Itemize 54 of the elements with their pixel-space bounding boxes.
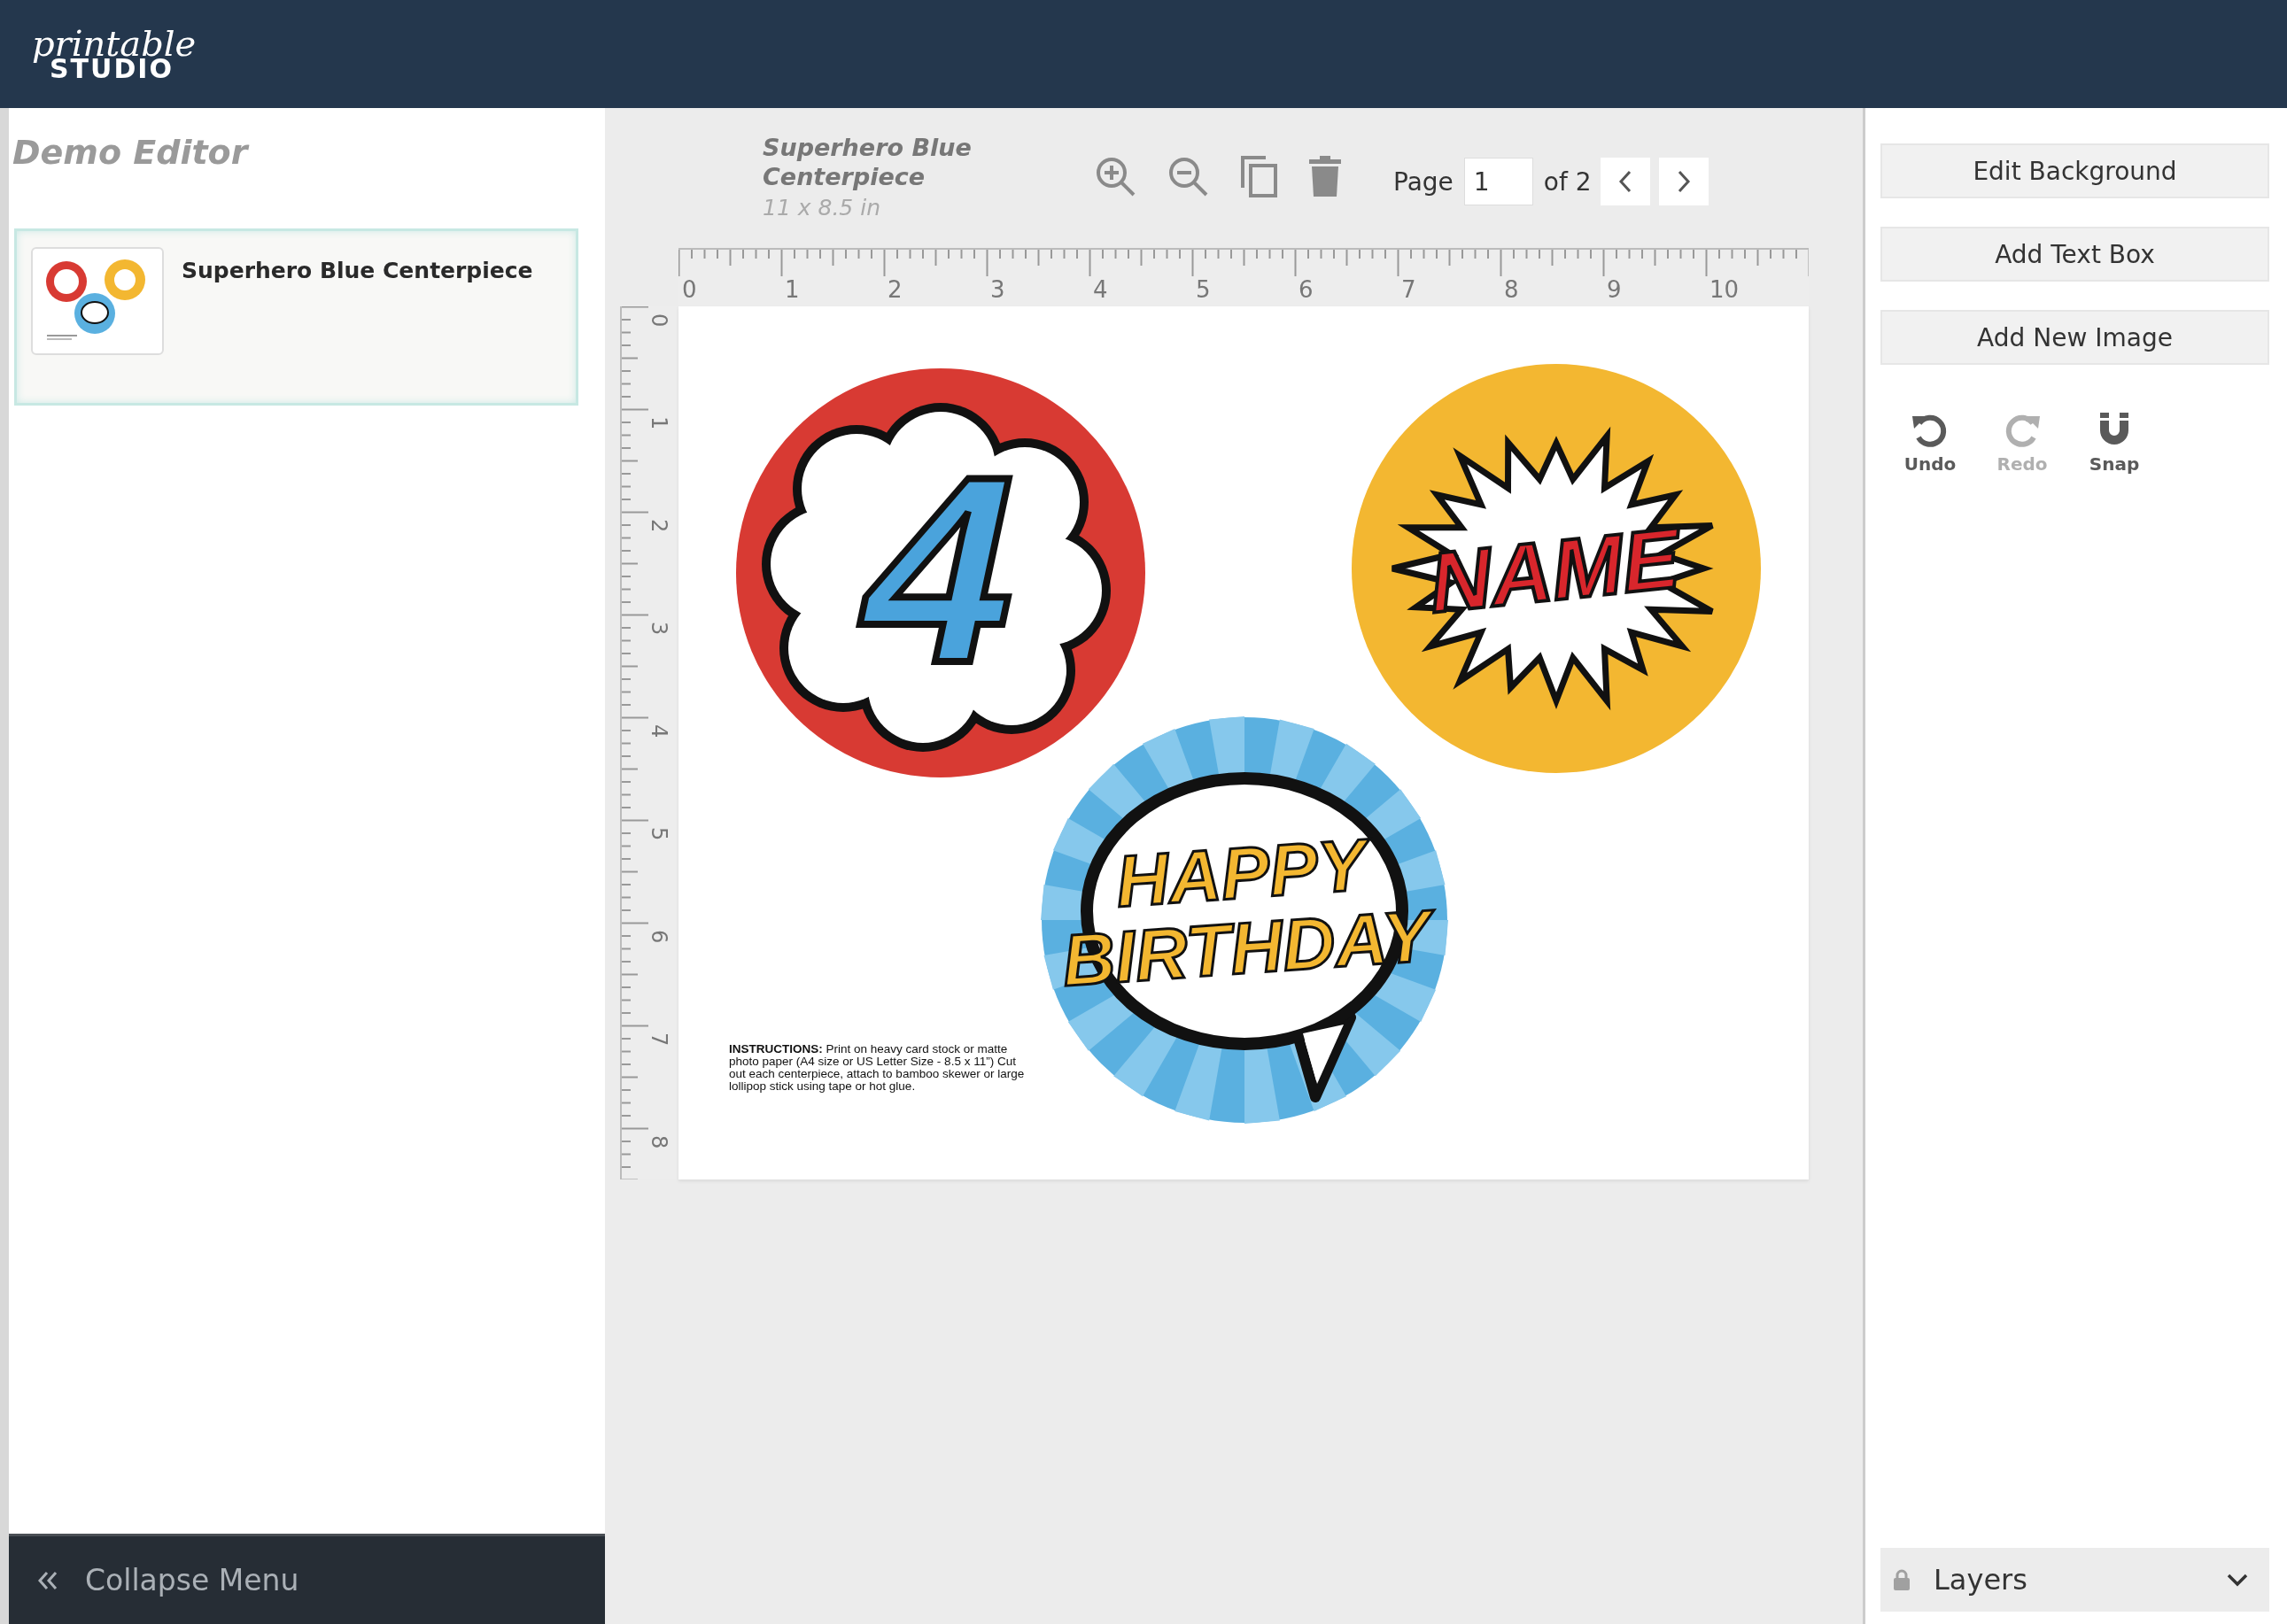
lock-icon bbox=[1893, 1569, 1911, 1590]
chevron-left-icon bbox=[1617, 170, 1632, 193]
ruler-label: 5 bbox=[1196, 276, 1211, 303]
ruler-label: 6 bbox=[1299, 276, 1314, 303]
chevron-down-icon bbox=[2227, 1573, 2248, 1587]
ruler-label: 2 bbox=[647, 519, 671, 533]
chevron-right-icon bbox=[1676, 170, 1691, 193]
snap-button[interactable]: Snap bbox=[2082, 411, 2146, 475]
copy-icon[interactable] bbox=[1239, 154, 1278, 198]
burst-sticker-drawing[interactable] bbox=[1352, 364, 1761, 773]
document-title: Superhero Blue Centerpiece bbox=[763, 133, 973, 191]
undo-button[interactable]: Undo bbox=[1898, 411, 1962, 475]
ruler-label: 7 bbox=[647, 1032, 671, 1047]
ruler-label: 8 bbox=[647, 1135, 671, 1149]
layers-dropdown[interactable]: Layers bbox=[1880, 1548, 2269, 1612]
ruler-label: 0 bbox=[682, 276, 697, 303]
ruler-label: 6 bbox=[647, 930, 671, 944]
ruler-label: 7 bbox=[1401, 276, 1416, 303]
project-card[interactable]: Superhero Blue Centerpiece bbox=[14, 228, 578, 406]
ruler-label: 3 bbox=[990, 276, 1005, 303]
ruler-label: 10 bbox=[1709, 276, 1740, 303]
sidebar-title: Demo Editor bbox=[12, 132, 251, 174]
sticker-greeting: HAPPY BIRTHDAY bbox=[1059, 824, 1433, 1001]
next-page-button[interactable] bbox=[1658, 158, 1709, 205]
panel-button[interactable]: Edit Background bbox=[1880, 143, 2269, 198]
zoom-in-icon[interactable] bbox=[1094, 155, 1136, 197]
double-chevron-icon bbox=[37, 1570, 58, 1590]
document-size: 11 x 8.5 in bbox=[763, 195, 881, 220]
ruler-label: 1 bbox=[785, 276, 800, 303]
ruler-label: 1 bbox=[647, 416, 671, 430]
trash-icon[interactable] bbox=[1308, 156, 1342, 197]
project-name: Superhero Blue Centerpiece bbox=[182, 258, 533, 283]
ruler-label: 4 bbox=[647, 724, 671, 739]
ruler-label: 3 bbox=[647, 622, 671, 636]
instructions-text: INSTRUCTIONS: Print on heavy card stock or matte photo paper (A4 size or US Letter Size - 8.5 x 11”) Cut out each centerpiece, attach to bamboo skewer or large lollipop stick using tape or hot glue. bbox=[729, 1043, 1026, 1093]
ruler-label: 0 bbox=[647, 313, 671, 328]
sticker-number: 4 bbox=[835, 421, 1047, 718]
ruler-label: 4 bbox=[1093, 276, 1108, 303]
panel-button[interactable]: Add New Image bbox=[1880, 310, 2269, 365]
ruler-label: 8 bbox=[1504, 276, 1519, 303]
ruler-label: 5 bbox=[647, 827, 671, 841]
page-number-field[interactable]: 1 bbox=[1463, 158, 1533, 205]
collapse-menu-button[interactable]: Collapse Menu bbox=[9, 1534, 605, 1624]
cloud-sticker-drawing[interactable] bbox=[736, 368, 1145, 777]
previous-page-button[interactable] bbox=[1600, 158, 1650, 205]
ruler-label: 9 bbox=[1607, 276, 1622, 303]
page-count: of 2 bbox=[1543, 166, 1592, 197]
ruler-label: 2 bbox=[888, 276, 903, 303]
logo[interactable]: printable STUDIO bbox=[25, 26, 197, 82]
page-label: Page bbox=[1393, 166, 1454, 197]
sticker-name: NAME bbox=[1426, 508, 1686, 632]
speech-sticker-drawing[interactable] bbox=[1041, 716, 1448, 1124]
panel-button[interactable]: Add Text Box bbox=[1880, 227, 2269, 282]
zoom-out-icon[interactable] bbox=[1167, 155, 1209, 197]
